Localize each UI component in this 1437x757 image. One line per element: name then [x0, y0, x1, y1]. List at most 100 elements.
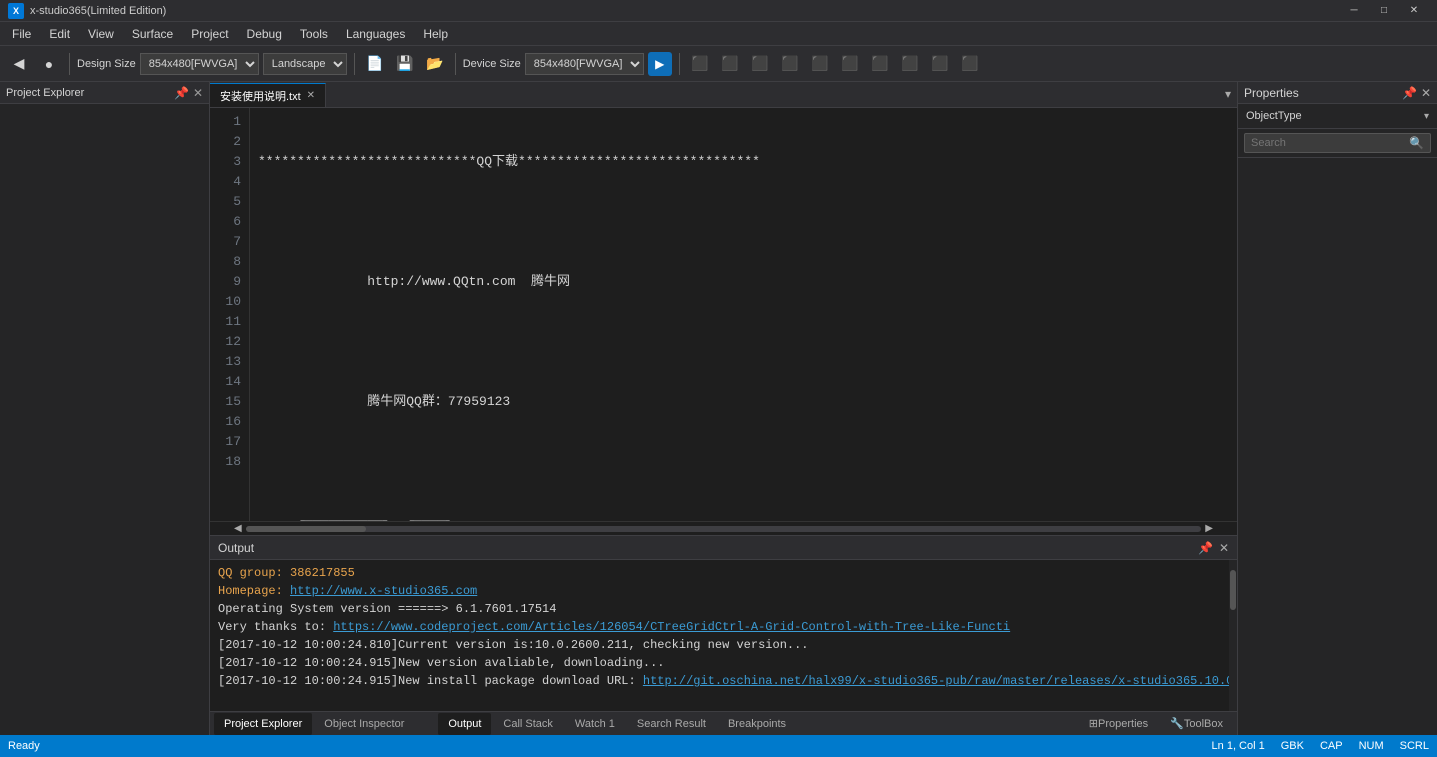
- status-right: Ln 1, Col 1 GBK CAP NUM SCRL: [1212, 740, 1429, 752]
- menu-surface[interactable]: Surface: [124, 25, 181, 43]
- output-pin-button[interactable]: 📌: [1198, 541, 1213, 555]
- menu-edit[interactable]: Edit: [41, 25, 78, 43]
- align-right-button[interactable]: ⬛: [747, 51, 773, 77]
- code-line-4: [258, 332, 1229, 352]
- menu-tools[interactable]: Tools: [292, 25, 336, 43]
- left-panel: Project Explorer 📌 ✕: [0, 82, 210, 735]
- props-header: Properties 📌 ✕: [1238, 82, 1437, 104]
- editor-horizontal-scrollbar[interactable]: ◀ ▶: [210, 521, 1237, 535]
- output-download-url-link[interactable]: http://git.oschina.net/halx99/x-studio36…: [643, 674, 1229, 688]
- project-tree: [0, 104, 209, 735]
- menu-languages[interactable]: Languages: [338, 25, 413, 43]
- scrollbar-thumb[interactable]: [246, 526, 366, 532]
- open-button[interactable]: 📂: [422, 51, 448, 77]
- zoom-in-button[interactable]: ⬛: [927, 51, 953, 77]
- design-size-label: Design Size: [77, 58, 136, 70]
- align-center-button[interactable]: ⬛: [717, 51, 743, 77]
- toolbar: ◀ ● Design Size 854x480[FWVGA] Landscape…: [0, 46, 1437, 82]
- orientation-select[interactable]: Landscape: [263, 53, 347, 75]
- props-pin-button[interactable]: 📌: [1402, 86, 1417, 100]
- line-numbers: 12345 678910 1112131415 161718: [210, 108, 250, 521]
- tab-call-stack[interactable]: Call Stack: [493, 713, 563, 735]
- project-explorer-title: Project Explorer: [6, 87, 84, 99]
- menu-help[interactable]: Help: [415, 25, 456, 43]
- output-content: QQ group: 386217855 Homepage: http://www…: [210, 560, 1229, 711]
- design-size-select[interactable]: 854x480[FWVGA]: [140, 53, 259, 75]
- device-size-select[interactable]: 854x480[FWVGA]: [525, 53, 644, 75]
- distribute-v-button[interactable]: ⬛: [867, 51, 893, 77]
- bottom-tabs: Project Explorer Object Inspector Output…: [210, 711, 1237, 735]
- editor-tab-active[interactable]: 安装使用说明.txt ✕: [210, 83, 326, 107]
- output-panel: Output 📌 ✕ QQ group: 386217855 Homepage:…: [210, 535, 1237, 735]
- code-line-5: 腾牛网QQ群：77959123: [258, 392, 1229, 412]
- distribute-h-button[interactable]: ⬛: [837, 51, 863, 77]
- scrollbar-track[interactable]: [246, 526, 1202, 532]
- align-left-button[interactable]: ⬛: [687, 51, 713, 77]
- tab-properties[interactable]: ⊞ Properties: [1079, 713, 1158, 735]
- grid-button[interactable]: ⬛: [897, 51, 923, 77]
- output-close-button[interactable]: ✕: [1219, 541, 1229, 555]
- scrollbar-right-arrow[interactable]: ▶: [1201, 523, 1217, 534]
- close-button[interactable]: ✕: [1399, 0, 1429, 22]
- output-thanks-link[interactable]: https://www.codeproject.com/Articles/126…: [333, 620, 1010, 634]
- search-row: 🔍: [1238, 129, 1437, 158]
- play-button[interactable]: ▶: [648, 52, 672, 76]
- window-controls: ─ □ ✕: [1339, 0, 1429, 22]
- menu-file[interactable]: File: [4, 25, 39, 43]
- code-editor: 12345 678910 1112131415 161718 *********…: [210, 108, 1237, 521]
- output-scrollbar[interactable]: [1229, 560, 1237, 711]
- panel-close-button[interactable]: ✕: [193, 86, 203, 100]
- tab-close-button[interactable]: ✕: [307, 90, 315, 101]
- tab-arrow[interactable]: ▾: [1219, 82, 1237, 107]
- back-button[interactable]: ◀: [6, 51, 32, 77]
- output-line-6: [2017-10-12 10:00:24.915]New version ava…: [218, 654, 1221, 672]
- menu-project[interactable]: Project: [183, 25, 236, 43]
- minimize-button[interactable]: ─: [1339, 0, 1369, 22]
- output-qq-group: QQ group: 386217855: [218, 566, 355, 580]
- code-line-2: [258, 212, 1229, 232]
- output-os-version: Operating System version ======> 6.1.760…: [218, 602, 556, 616]
- zoom-out-button[interactable]: ⬛: [957, 51, 983, 77]
- object-type-row: ObjectType ▾: [1238, 104, 1437, 129]
- output-homepage-link[interactable]: http://www.x-studio365.com: [290, 584, 477, 598]
- menu-debug[interactable]: Debug: [239, 25, 290, 43]
- props-close-button[interactable]: ✕: [1421, 86, 1431, 100]
- tab-search-result[interactable]: Search Result: [627, 713, 716, 735]
- save-button[interactable]: 💾: [392, 51, 418, 77]
- object-type-label: ObjectType: [1246, 110, 1302, 122]
- output-line-1: QQ group: 386217855: [218, 564, 1221, 582]
- status-bar: Ready Ln 1, Col 1 GBK CAP NUM SCRL: [0, 735, 1437, 757]
- code-line-7: ┌──────────┐ ┌────┐: [258, 512, 1229, 521]
- object-type-dropdown[interactable]: ▾: [1424, 111, 1429, 122]
- title-bar: X x-studio365(Limited Edition) ─ □ ✕: [0, 0, 1437, 22]
- output-download-url-label: [2017-10-12 10:00:24.915]New install pac…: [218, 674, 643, 688]
- tab-watch-1[interactable]: Watch 1: [565, 713, 625, 735]
- align-top-button[interactable]: ⬛: [777, 51, 803, 77]
- tab-breakpoints[interactable]: Breakpoints: [718, 713, 796, 735]
- tab-toolbox[interactable]: 🔧 ToolBox: [1160, 713, 1233, 735]
- tab-filename: 安装使用说明.txt: [220, 88, 301, 104]
- menu-view[interactable]: View: [80, 25, 122, 43]
- forward-button[interactable]: ●: [36, 51, 62, 77]
- code-line-1: ****************************QQ下载********…: [258, 152, 1229, 172]
- new-file-button[interactable]: 📄: [362, 51, 388, 77]
- tab-object-inspector[interactable]: Object Inspector: [314, 713, 414, 735]
- status-encoding: GBK: [1281, 740, 1304, 752]
- search-box-container: 🔍: [1244, 133, 1431, 153]
- maximize-button[interactable]: □: [1369, 0, 1399, 22]
- app-title: x-studio365(Limited Edition): [30, 5, 1339, 17]
- output-title: Output: [218, 541, 254, 555]
- tab-project-explorer[interactable]: Project Explorer: [214, 713, 312, 735]
- tab-output[interactable]: Output: [438, 713, 491, 735]
- status-ready: Ready: [8, 740, 40, 752]
- search-icon: 🔍: [1409, 136, 1424, 150]
- search-input[interactable]: [1251, 137, 1405, 149]
- align-bottom-button[interactable]: ⬛: [807, 51, 833, 77]
- toolbar-separator-4: [679, 53, 680, 75]
- output-line-5: [2017-10-12 10:00:24.810]Current version…: [218, 636, 1221, 654]
- pin-button[interactable]: 📌: [174, 86, 189, 100]
- scrollbar-left-arrow[interactable]: ◀: [230, 523, 246, 534]
- output-thanks-label: Very thanks to:: [218, 620, 333, 634]
- output-scrollbar-thumb[interactable]: [1230, 570, 1236, 610]
- output-version-check: [2017-10-12 10:00:24.810]Current version…: [218, 638, 809, 652]
